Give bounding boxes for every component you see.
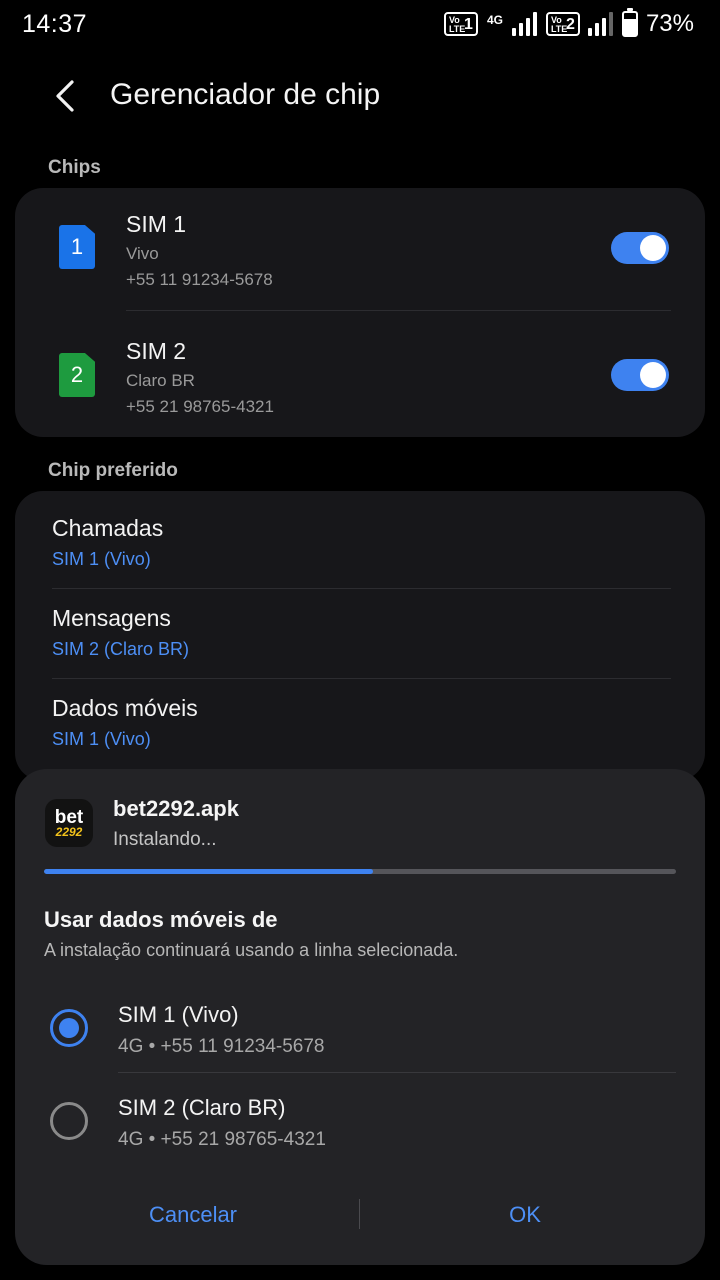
sim2-radio[interactable] [50, 1102, 88, 1140]
app-status: Instalando... [113, 829, 217, 850]
pref-row-mobile-data[interactable]: Dados móveis SIM 1 (Vivo) [15, 679, 705, 769]
sim1-toggle[interactable] [611, 232, 669, 264]
sim1-badge-icon: 1 [59, 225, 95, 269]
volte-label: Vo LTE [550, 15, 568, 34]
app-icon: bet 2292 [45, 799, 93, 847]
status-icons: Vo LTE 1 4G Vo LTE 2 73% [443, 8, 694, 40]
volte-sim2-icon: Vo LTE 2 [545, 12, 580, 36]
sim2-badge-icon: 2 [59, 353, 95, 397]
sim2-carrier: Claro BR [126, 371, 195, 390]
option-sim2[interactable]: SIM 2 (Claro BR) 4G • +55 21 98765-4321 [15, 1073, 705, 1171]
sim1-option-detail: 4G • +55 11 91234-5678 [118, 1036, 325, 1057]
pref-row-calls[interactable]: Chamadas SIM 1 (Vivo) [15, 491, 705, 581]
volte-sim2-number: 2 [566, 16, 575, 33]
network-4g-icon: 4G [486, 13, 503, 27]
chevron-left-icon [56, 80, 74, 112]
sim2-title: SIM 2 [126, 338, 187, 364]
pref-data-value: SIM 1 (Vivo) [52, 729, 151, 749]
app-icon-text-bottom: 2292 [55, 824, 83, 839]
page-title: Gerenciador de chip [110, 78, 381, 111]
sim1-option-label: SIM 1 (Vivo) [118, 1002, 239, 1027]
preferred-card: Chamadas SIM 1 (Vivo) Mensagens SIM 2 (C… [15, 491, 705, 781]
status-bar: 14:37 Vo LTE 1 4G Vo LTE 2 73% [0, 0, 720, 48]
volte-sim1-icon: Vo LTE 1 [443, 12, 478, 36]
signal-sim1-icon [511, 12, 538, 36]
sim1-number: +55 11 91234-5678 [126, 270, 273, 289]
sim2-option-detail: 4G • +55 21 98765-4321 [118, 1129, 326, 1150]
signal-sim2-icon [587, 12, 614, 36]
sim2-option-label: SIM 2 (Claro BR) [118, 1095, 286, 1120]
app-icon-text-top: bet [54, 806, 84, 828]
sim2-number: +55 21 98765-4321 [126, 397, 274, 416]
install-progress-fill [44, 869, 373, 874]
app-name: bet2292.apk [113, 796, 239, 821]
cancel-button[interactable]: Cancelar [75, 1189, 311, 1241]
volte-label: Vo LTE [448, 15, 466, 34]
chips-card: 1 SIM 1 Vivo +55 11 91234-5678 2 SIM 2 C… [15, 188, 705, 437]
volte-sim1-number: 1 [464, 16, 473, 33]
pref-messages-title: Mensagens [52, 605, 171, 631]
sim-row-2[interactable]: 2 SIM 2 Claro BR +55 21 98765-4321 [15, 312, 705, 436]
option-sim1[interactable]: SIM 1 (Vivo) 4G • +55 11 91234-5678 [15, 975, 705, 1073]
button-divider [359, 1199, 360, 1229]
sim-row-1[interactable]: 1 SIM 1 Vivo +55 11 91234-5678 [15, 188, 705, 312]
toggle-knob [640, 362, 666, 388]
sim2-toggle[interactable] [611, 359, 669, 391]
pref-calls-title: Chamadas [52, 515, 164, 541]
pref-calls-value: SIM 1 (Vivo) [52, 549, 151, 569]
sim1-carrier: Vivo [126, 244, 159, 263]
battery-percent: 73% [645, 10, 694, 37]
dialog-subtitle: A instalação continuará usando a linha s… [44, 940, 459, 960]
sim1-radio[interactable] [50, 1009, 88, 1047]
back-button[interactable] [42, 74, 86, 118]
chips-section-label: Chips [48, 157, 101, 178]
dialog-title: Usar dados móveis de [44, 907, 278, 932]
battery-icon [621, 8, 638, 37]
install-progress-bar [44, 869, 676, 874]
pref-messages-value: SIM 2 (Claro BR) [52, 639, 190, 659]
status-time: 14:37 [22, 10, 88, 38]
ok-button[interactable]: OK [407, 1189, 643, 1241]
mobile-data-dialog: bet 2292 bet2292.apk Instalando... Usar … [15, 769, 705, 1265]
pref-row-messages[interactable]: Mensagens SIM 2 (Claro BR) [15, 589, 705, 679]
preferred-section-label: Chip preferido [48, 460, 178, 481]
radio-selected-dot [59, 1018, 79, 1038]
battery-fill [623, 18, 636, 35]
toggle-knob [640, 235, 666, 261]
pref-data-title: Dados móveis [52, 695, 198, 721]
sim-divider [126, 310, 671, 311]
sim1-title: SIM 1 [126, 211, 187, 237]
